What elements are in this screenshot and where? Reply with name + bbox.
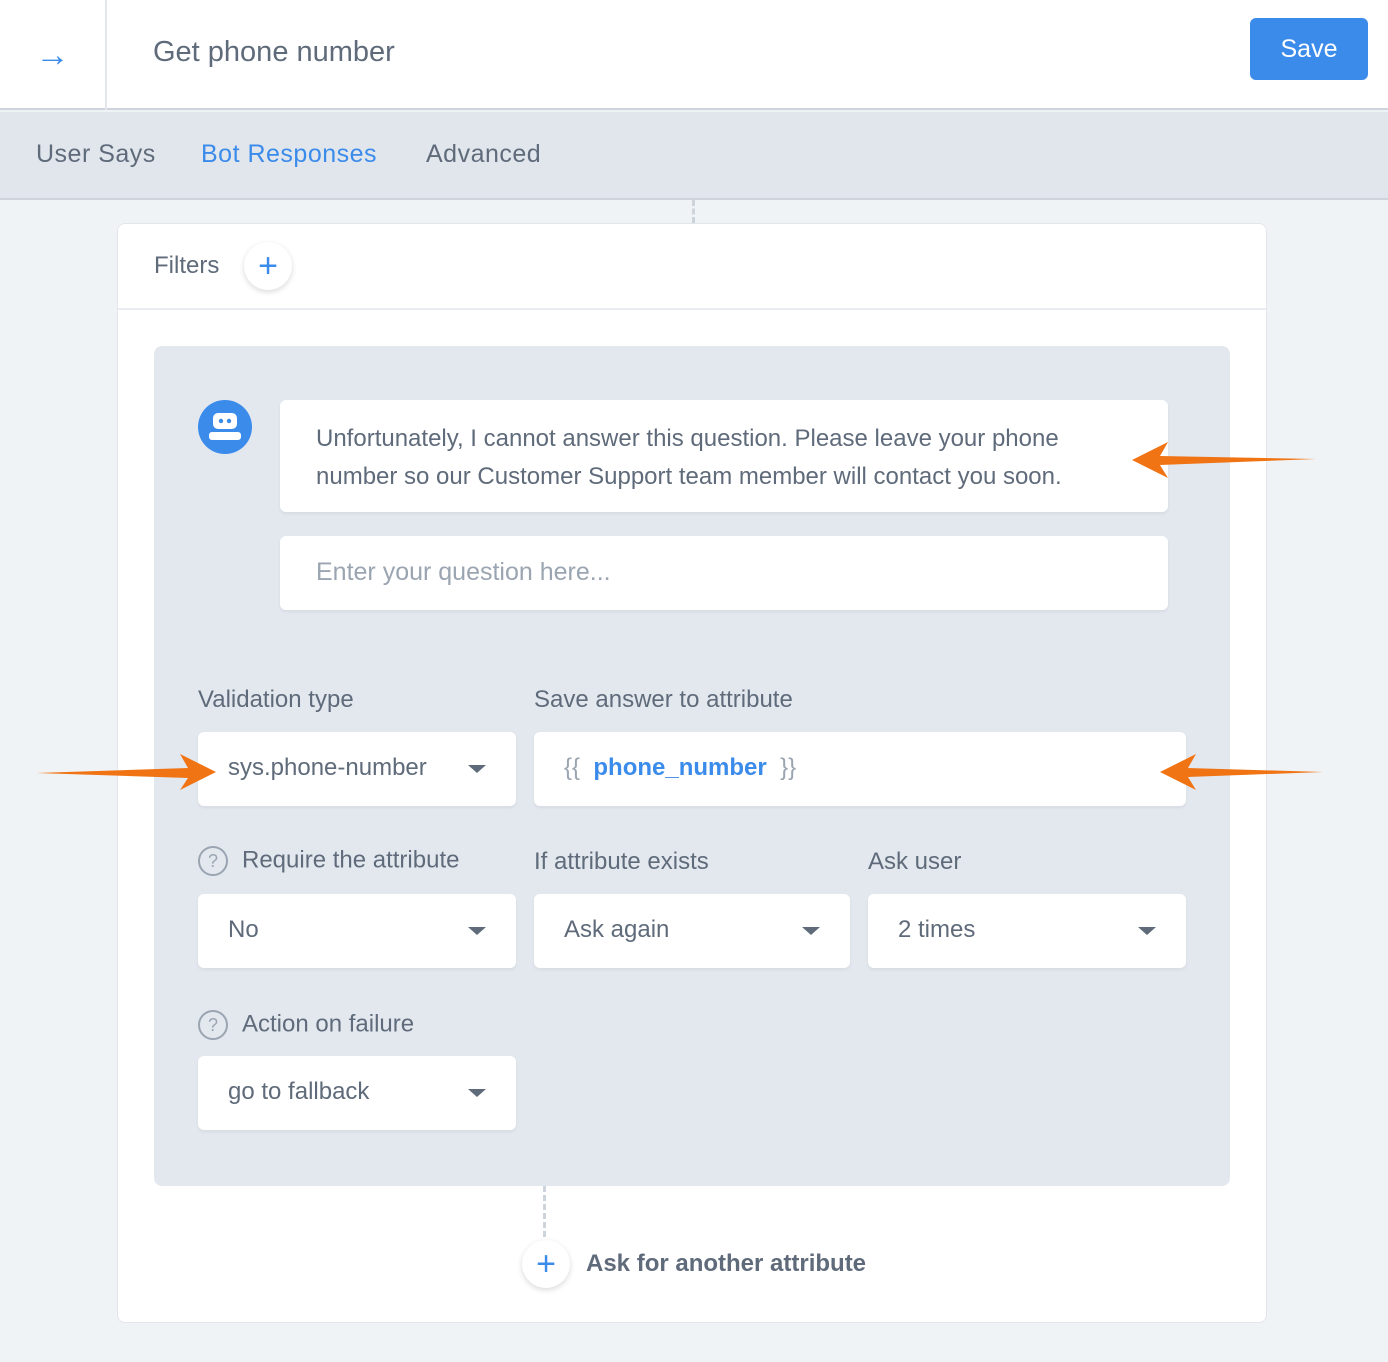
- bot-avatar-icon: [198, 400, 252, 454]
- save-attribute-label: Save answer to attribute: [534, 686, 793, 713]
- connector-line: [692, 200, 695, 223]
- require-attribute-select[interactable]: No: [198, 894, 516, 968]
- validation-type-value: sys.phone-number: [228, 754, 427, 781]
- header: → Get phone number Save: [0, 0, 1388, 110]
- action-on-failure-label: ? Action on failure: [198, 1010, 414, 1040]
- tab-bot-responses[interactable]: Bot Responses: [201, 140, 377, 169]
- attribute-exists-label: If attribute exists: [534, 848, 709, 875]
- tab-bar: User Says Bot Responses Advanced: [0, 112, 1388, 200]
- validation-type-label: Validation type: [198, 686, 354, 713]
- chevron-down-icon: [468, 927, 486, 935]
- help-icon[interactable]: ?: [198, 846, 228, 876]
- brace-close: }}: [780, 754, 797, 781]
- filters-bar: Filters +: [118, 224, 1266, 310]
- chevron-down-icon: [468, 765, 486, 773]
- add-attribute-button[interactable]: +: [522, 1240, 570, 1288]
- failure-label-text: Action on failure: [242, 1010, 415, 1038]
- require-value: No: [228, 916, 259, 943]
- ask-user-value: 2 times: [898, 916, 976, 943]
- add-attribute-label[interactable]: Ask for another attribute: [586, 1250, 866, 1278]
- require-attribute-label: ? Require the attribute: [198, 846, 459, 876]
- bot-response-panel: Unfortunately, I cannot answer this ques…: [154, 346, 1230, 1186]
- filters-label: Filters: [154, 252, 220, 279]
- add-filter-button[interactable]: +: [244, 242, 292, 290]
- save-button[interactable]: Save: [1250, 18, 1368, 80]
- tab-user-says[interactable]: User Says: [36, 140, 156, 169]
- chevron-down-icon: [1138, 927, 1156, 935]
- validation-type-select[interactable]: sys.phone-number: [198, 732, 516, 806]
- help-icon[interactable]: ?: [198, 1010, 228, 1040]
- ask-user-select[interactable]: 2 times: [868, 894, 1186, 968]
- exists-value: Ask again: [564, 916, 670, 943]
- attribute-name: phone_number: [593, 754, 767, 781]
- failure-value: go to fallback: [228, 1078, 370, 1105]
- attribute-exists-select[interactable]: Ask again: [534, 894, 850, 968]
- action-on-failure-select[interactable]: go to fallback: [198, 1056, 516, 1130]
- bot-message[interactable]: Unfortunately, I cannot answer this ques…: [280, 400, 1168, 512]
- tab-advanced[interactable]: Advanced: [426, 140, 541, 169]
- page-title: Get phone number: [153, 36, 395, 68]
- save-attribute-input[interactable]: {{ phone_number }}: [534, 732, 1186, 806]
- response-card: Filters + Unfortunately, I cannot answer…: [117, 223, 1267, 1323]
- require-label-text: Require the attribute: [242, 846, 460, 874]
- back-arrow-icon[interactable]: →: [0, 0, 107, 110]
- brace-open: {{: [564, 754, 581, 781]
- connector-line: [543, 1186, 546, 1246]
- question-input[interactable]: Enter your question here...: [280, 536, 1168, 610]
- ask-user-label: Ask user: [868, 848, 962, 875]
- chevron-down-icon: [468, 1089, 486, 1097]
- chevron-down-icon: [802, 927, 820, 935]
